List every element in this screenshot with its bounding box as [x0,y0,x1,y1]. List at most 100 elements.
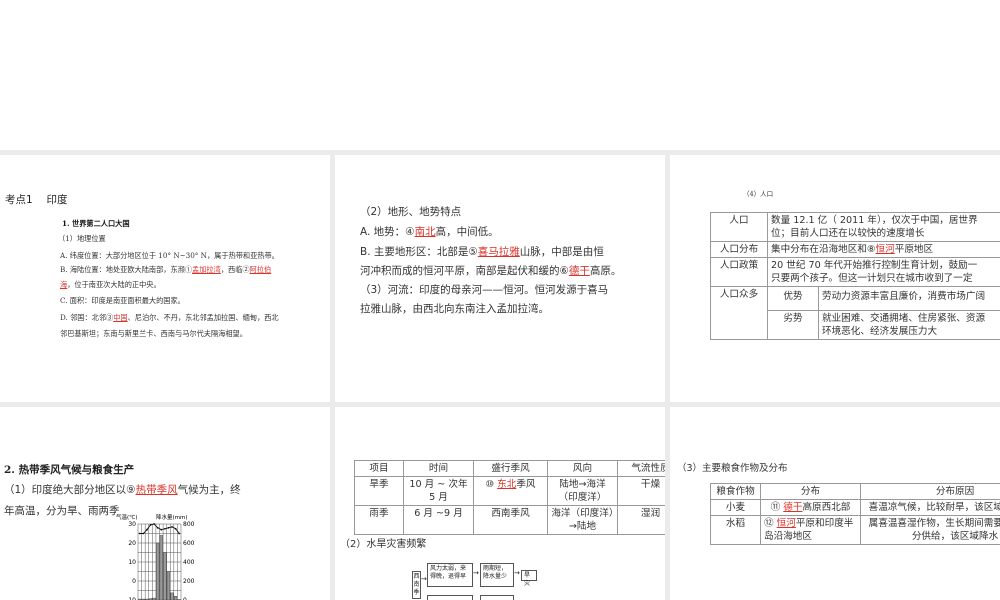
text: B. 主要地形区：北部是⑤ [360,246,478,258]
text: 、尼泊尔、不丹，东北邻孟加拉国、缅甸，西北 [127,313,279,322]
flow-box [427,595,473,600]
precip-bar [166,571,171,600]
subheading: 1. 世界第二人口大国 [62,219,130,228]
table-row: 粮食作物 分布 分布原因 [710,483,1000,500]
line-latitude: A. 纬度位置：大部分地区位于 10° N~30° N，属于热带和亚热带。 [60,251,279,260]
answer: 恒河 [875,244,895,255]
text: 只要两个孩子。但这一计划只在城市收到了一定 [771,273,973,284]
temperature-point [146,528,148,531]
text: B. 海陆位置：地处亚欧大陆南部，东濒① [60,265,193,274]
text: ，位于南亚次大陆的正中央。 [67,280,161,289]
table-row: 雨季 6 月 ~9 月西南季风 海洋（印度洋）→陆地 湿润 [354,505,665,535]
temperature-point [138,532,141,535]
line-area: C. 面积：印度是南亚面积最大的国家。 [60,296,185,305]
table-row: 项目 时间 盛行季风 风向 气流性质 [354,460,665,477]
text: ⑩ [485,479,498,490]
flow-cause-box: 风力太弱，来得晚，退得早 [427,563,473,587]
line-climate: （1）印度绝大部分地区以⑨热带季风气候为主，终 [4,482,241,497]
section-title: （1）地理位置 [58,234,106,243]
header-cell: 粮食作物 [710,483,761,500]
header-cell: 风向 [547,460,618,477]
cell: 属喜温喜湿作物，生长期间需要充足的水分供给，该区域降水 [860,515,1000,545]
line-terrain: A. 地势：④南北高，中间低。 [360,224,499,239]
slide-monsoon-table[interactable]: 项目 时间 盛行季风 风向 气流性质 旱季 10 月 ~ 次年 5 月⑩ 东北季风 陆地→海… [335,407,665,600]
cell: 海洋（印度洋）→陆地 [547,505,618,535]
answer: 德干 [568,265,590,277]
cell: 人口政策 [710,257,768,287]
answer: 东北 [497,479,517,490]
text: 数量 12.1 亿（ 2011 年），仅次于中国，居世界 [771,215,978,226]
y2-tick-label: 800 [183,521,195,528]
text: ⑫ [764,518,777,529]
header-cell: 分布 [760,483,861,500]
population-table: 人口 数量 12.1 亿（ 2011 年），仅次于中国，居世界 位；目前人口还在以较… [710,212,1000,340]
temperature-point [178,532,181,535]
slide-monsoon-climate[interactable]: 2. 热带季风气候与粮食生产 （1）印度绝大部分地区以⑨热带季风气候为主，终 年… [0,407,330,600]
text: D. 邻国：北邻③ [60,313,114,322]
cell: 人口 [710,212,768,242]
cell: 干燥 [617,476,665,506]
slide-population[interactable]: （4）人口 人口 数量 12.1 亿（ 2011 年），仅次于中国，居世界 位；目前… [670,155,1000,402]
text: 高原西北部 [802,502,851,513]
answer: 喜马拉雅 [477,246,520,258]
y-tick-label: 0 [132,578,136,585]
temperature-point [160,528,163,531]
cell: 人口众多 [710,286,768,340]
cell: 雨季 [354,505,404,535]
cell: 6 月 ~9 月 [403,505,474,535]
cell: 小麦 [710,499,761,516]
cell: 水稻 [710,515,761,545]
y2-tick-label: 200 [183,578,195,585]
line-river: （3）河流：印度的母亲河——恒河。恒河发源于喜马 [360,284,609,296]
temperature-point [149,524,152,526]
slide-india-overview[interactable]: 考点1 印度 1. 世界第二人口大国 （1）地理位置 A. 纬度位置：大部分地区… [0,155,330,402]
table-row: 人口 数量 12.1 亿（ 2011 年），仅次于中国，居世界 位；目前人口还在以较… [710,212,1000,242]
answer: 热带季风 [135,484,178,496]
text: （1）印度绝大部分地区以⑨ [4,484,136,496]
y-tick-label: 10 [128,559,136,566]
y-tick-label: 30 [128,521,136,528]
cell: 集中分布在沿海地区和⑧恒河平原地区 [767,241,1000,258]
cell: ⑩ 东北季风 [473,476,548,506]
line-sea-land-cont: 海，位于南亚次大陆的正中央。 [60,280,161,290]
slide-crops[interactable]: （3）主要粮食作物及分布 粮食作物 分布 分布原因 小麦 ⑪ 德干高原西北部 喜温凉气候… [670,407,1000,600]
answer: 德干 [783,502,803,513]
flow-box [480,595,514,600]
table-row: 小麦⑪ 德干高原西北部喜温凉气候，比较耐旱，该区域降水较少 [710,499,1000,516]
y-tick-label: 20 [128,540,136,547]
text: 高，中间低。 [435,226,499,238]
text: 高原。 [589,265,622,277]
answer: 南北 [414,226,436,238]
temperature-point [171,525,173,528]
crops-table: 粮食作物分布分布原因 小麦⑪ 德干高原西北部喜温凉气候，比较耐旱，该区域降水较少… [710,483,1000,545]
cell: 劳动力资源丰富且廉价，消费市场广阔 [818,286,1000,311]
temperature-point [153,523,156,525]
header-cell: 气流性质 [617,460,665,477]
text: 集中分布在沿海地区和⑧ [771,244,876,255]
text: 山脉，中部是由恒 [519,246,604,258]
text: 20 世纪 70 年代开始推行控制生育计划，鼓励一 [771,260,978,271]
text: 位；目前人口还在以较快的速度增长 [771,228,925,239]
y-axis-label: 气温(℃) [116,513,137,521]
slide-heading: 考点1 印度 [5,194,68,206]
precip-bar [174,595,178,600]
cell: 10 月 ~ 次年 5 月 [403,476,474,506]
temperature-point [163,527,166,530]
text: A. 地势：④ [360,226,415,238]
arrow-icon: → [514,569,520,577]
text: 季风 [516,479,536,490]
precip-bar [156,542,160,600]
precip-bar [170,592,174,600]
flow-start-box: 西南季 [412,571,421,599]
text: 环境恶化、经济发展压力大 [822,326,938,337]
header-cell: 盛行季风 [473,460,548,477]
section-title: （2）地形、地势特点 [360,206,462,218]
section-title: （2）水旱灾害频繁 [340,539,427,550]
cell: 旱季 [354,476,404,506]
line-landforms: B. 主要地形区：北部是⑤喜马拉雅山脉，中部是由恒 [360,244,604,259]
slide-terrain[interactable]: （2）地形、地势特点 A. 地势：④南北高，中间低。 B. 主要地形区：北部是⑤… [335,155,665,402]
text: 平原地区 [894,244,934,255]
header-cell: 项目 [354,460,404,477]
header-cell: 分布原因 [860,483,1000,500]
cell: ⑪ 德干高原西北部 [760,499,861,516]
